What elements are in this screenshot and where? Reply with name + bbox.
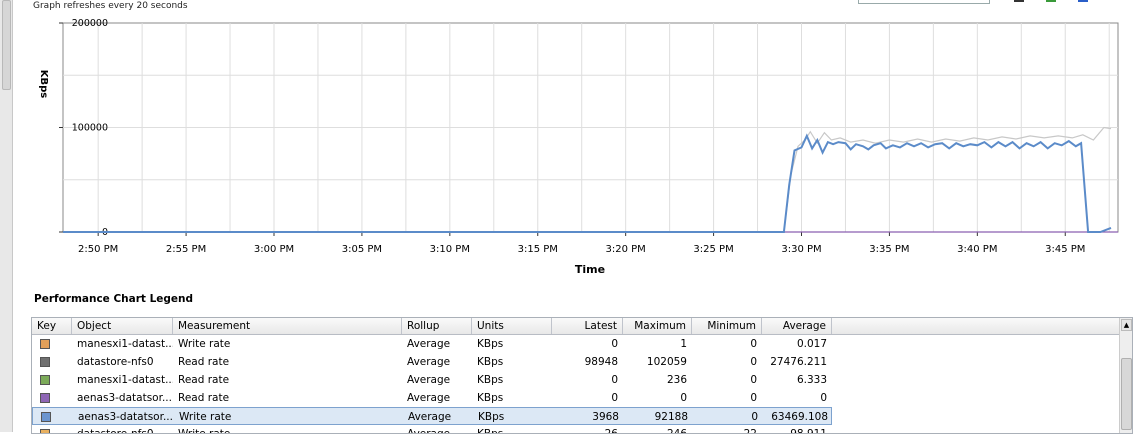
col-units[interactable]: Units	[472, 318, 552, 334]
legend-cell-rollup: Average	[407, 338, 451, 350]
legend-cell-average: 6.333	[796, 374, 827, 386]
legend-cell-object: datastore-nfs0	[77, 428, 154, 434]
x-tick-label: 2:55 PM	[166, 244, 206, 255]
x-tick-label: 3:20 PM	[606, 244, 646, 255]
legend-color-swatch	[40, 375, 50, 385]
legend-cell-rollup: Average	[408, 411, 452, 423]
x-axis-ticks: 2:50 PM 2:55 PM 3:00 PM 3:05 PM 3:10 PM 3:15 …	[78, 232, 1085, 255]
legend-cell-minimum: 22	[743, 428, 757, 434]
col-object[interactable]: Object	[72, 318, 173, 334]
legend-cell-object: aenas3-datatsor...	[77, 392, 172, 404]
legend-scrollbar[interactable]: ▲	[1119, 318, 1132, 433]
x-tick-label: 3:40 PM	[957, 244, 997, 255]
legend-cell-rollup: Average	[407, 392, 451, 404]
x-tick-label: 3:25 PM	[693, 244, 733, 255]
col-maximum[interactable]: Maximum	[623, 318, 692, 334]
x-tick-label: 3:45 PM	[1045, 244, 1085, 255]
legend-cell-units: KBps	[477, 392, 504, 404]
col-latest[interactable]: Latest	[552, 318, 623, 334]
legend-cell-maximum: 236	[666, 374, 687, 386]
col-average[interactable]: Average	[762, 318, 832, 334]
legend-cell-units: KBps	[477, 428, 504, 434]
legend-row[interactable]: manesxi1-datast... Write rate Average KBps 0…	[32, 335, 832, 353]
legend-cell-minimum: 0	[750, 338, 757, 350]
legend-cell-average: 98.911	[790, 428, 827, 434]
legend-cell-latest: 0	[611, 392, 618, 404]
legend-cell-rollup: Average	[407, 356, 451, 368]
legend-cell-object: manesxi1-datast...	[77, 338, 173, 350]
legend-cell-latest: 3968	[592, 411, 619, 423]
x-tick-label: 3:00 PM	[254, 244, 294, 255]
y-axis-label: KBps	[38, 70, 49, 99]
legend-row[interactable]: datastore-nfs0 Read rate Average KBps 98948 1…	[32, 353, 832, 371]
legend-color-swatch	[40, 393, 50, 403]
col-measurement[interactable]: Measurement	[173, 318, 402, 334]
legend-cell-units: KBps	[478, 411, 505, 423]
legend-cell-latest: 0	[611, 338, 618, 350]
legend-cell-units: KBps	[477, 338, 504, 350]
y-tick-label: 200000	[72, 18, 108, 29]
legend-row[interactable]: manesxi1-datast... Read rate Average KBps 0 2…	[32, 371, 832, 389]
legend-cell-minimum: 0	[750, 374, 757, 386]
legend-title: Performance Chart Legend	[34, 293, 194, 305]
legend-cell-rollup: Average	[407, 374, 451, 386]
legend-color-swatch	[40, 357, 50, 367]
legend-cell-measurement: Read rate	[178, 392, 230, 404]
legend-cell-rollup: Average	[407, 428, 451, 434]
legend-cell-average: 0	[820, 392, 827, 404]
legend-cell-maximum: 92188	[654, 411, 688, 423]
legend-cell-latest: 26	[604, 428, 618, 434]
legend-cell-measurement: Read rate	[178, 374, 230, 386]
legend-cell-average: 63469.108	[771, 411, 828, 423]
legend-cell-maximum: 102059	[646, 356, 687, 368]
legend-cell-average: 27476.211	[770, 356, 827, 368]
col-minimum[interactable]: Minimum	[692, 318, 762, 334]
legend-row[interactable]: datastore-nfs0 Write rate Average KBps 26 246…	[32, 425, 832, 434]
legend-row[interactable]: aenas3-datatsor... Read rate Average KBps 0 0…	[32, 389, 832, 407]
legend-cell-object: datastore-nfs0	[77, 356, 154, 368]
legend-cell-measurement: Write rate	[179, 411, 232, 423]
legend-cell-maximum: 0	[680, 392, 687, 404]
col-rollup[interactable]: Rollup	[402, 318, 472, 334]
legend-table: Key Object Measurement Rollup Units Late…	[31, 317, 1133, 434]
legend-cell-measurement: Read rate	[178, 356, 230, 368]
legend-cell-object: aenas3-datatsor...	[78, 411, 173, 423]
legend-scroll-thumb[interactable]	[1121, 358, 1132, 430]
scroll-up-icon[interactable]: ▲	[1121, 319, 1132, 331]
x-tick-label: 3:15 PM	[518, 244, 558, 255]
legend-cell-latest: 98948	[584, 356, 618, 368]
col-key[interactable]: Key	[32, 318, 72, 334]
legend-cell-measurement: Write rate	[178, 428, 231, 434]
legend-cell-average: 0.017	[796, 338, 827, 350]
legend-color-swatch	[40, 339, 50, 349]
legend-cell-units: KBps	[477, 356, 504, 368]
legend-row[interactable]: aenas3-datatsor... Write rate Average KBps 3…	[32, 407, 832, 425]
legend-header: Key Object Measurement Rollup Units Late…	[32, 318, 1132, 335]
legend-cell-minimum: 0	[751, 411, 758, 423]
x-tick-label: 3:05 PM	[342, 244, 382, 255]
x-tick-label: 2:50 PM	[78, 244, 118, 255]
legend-cell-maximum: 1	[680, 338, 687, 350]
legend-cell-maximum: 246	[666, 428, 687, 434]
legend-cell-units: KBps	[477, 374, 504, 386]
legend-cell-latest: 0	[611, 374, 618, 386]
x-tick-label: 3:10 PM	[430, 244, 470, 255]
x-tick-label: 3:35 PM	[869, 244, 909, 255]
legend-cell-minimum: 0	[750, 356, 757, 368]
legend-color-swatch	[41, 412, 51, 422]
x-tick-label: 3:30 PM	[781, 244, 821, 255]
legend-cell-object: manesxi1-datast...	[77, 374, 173, 386]
x-axis-label: Time	[575, 263, 605, 276]
legend-cell-minimum: 0	[750, 392, 757, 404]
performance-chart: 2000001000000 2:50 PM 2:55 PM 3:00 PM 3:05 …	[38, 18, 1119, 276]
legend-cell-measurement: Write rate	[178, 338, 231, 350]
y-tick-label: 100000	[72, 123, 108, 134]
